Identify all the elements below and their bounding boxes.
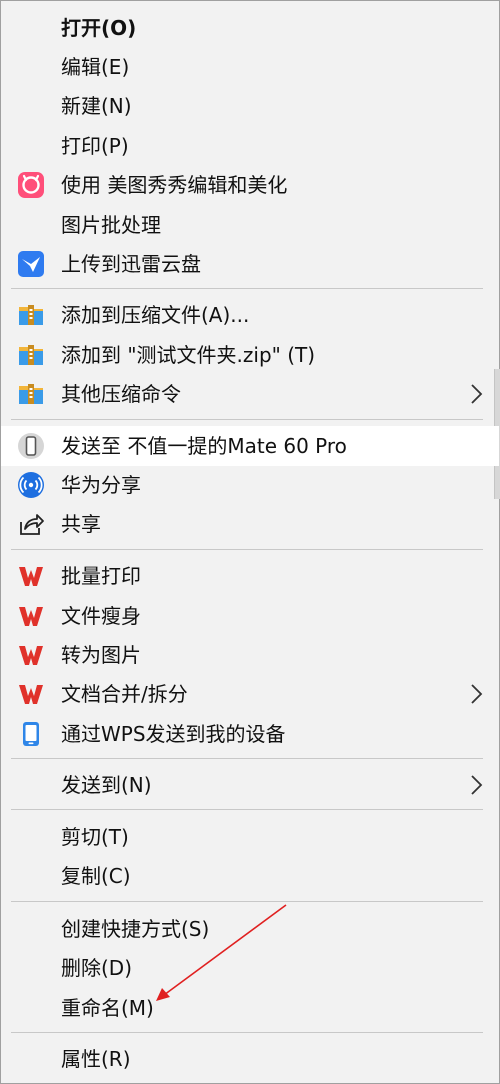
menu-item-label: 重命名(M) — [61, 996, 154, 1020]
menu-item-label: 发送到(N) — [61, 773, 152, 797]
menu-item-create-shortcut[interactable]: 创建快捷方式(S) — [1, 909, 499, 949]
menu-item-label: 新建(N) — [61, 94, 132, 118]
menu-item-label: 删除(D) — [61, 956, 133, 980]
menu-item-other-compress[interactable]: 其他压缩命令 — [1, 374, 499, 414]
archive-icon — [17, 301, 45, 329]
menu-separator — [11, 288, 483, 289]
phone-icon — [17, 432, 45, 460]
context-menu: 打开(O) 编辑(E) 新建(N) 打印(P) 使用 美图秀秀编辑和美化 图片批… — [0, 0, 500, 1084]
menu-item-send-to[interactable]: 发送到(N) — [1, 765, 499, 805]
menu-item-batch-print[interactable]: 批量打印 — [1, 556, 499, 596]
menu-item-label: 使用 美图秀秀编辑和美化 — [61, 173, 288, 197]
menu-item-label: 打印(P) — [61, 134, 129, 158]
menu-item-label: 创建快捷方式(S) — [61, 917, 210, 941]
menu-item-properties[interactable]: 属性(R) — [1, 1039, 499, 1079]
menu-item-label: 复制(C) — [61, 864, 131, 888]
menu-separator — [11, 758, 483, 759]
archive-icon — [17, 380, 45, 408]
menu-item-add-to-archive[interactable]: 添加到压缩文件(A)... — [1, 295, 499, 335]
menu-item-add-to-zip[interactable]: 添加到 "测试文件夹.zip" (T) — [1, 335, 499, 375]
menu-separator — [11, 419, 483, 420]
menu-separator — [11, 549, 483, 550]
huawei-share-icon — [17, 471, 45, 499]
menu-item-rename[interactable]: 重命名(M) — [1, 988, 499, 1028]
menu-item-edit[interactable]: 编辑(E) — [1, 47, 499, 87]
wps-icon — [17, 680, 45, 708]
menu-item-convert-to-image[interactable]: 转为图片 — [1, 635, 499, 675]
menu-item-copy[interactable]: 复制(C) — [1, 856, 499, 896]
meitu-icon — [17, 171, 45, 199]
menu-item-meitu-edit[interactable]: 使用 美图秀秀编辑和美化 — [1, 165, 499, 205]
wps-icon — [17, 562, 45, 590]
menu-item-print[interactable]: 打印(P) — [1, 126, 499, 166]
menu-item-label: 添加到压缩文件(A)... — [61, 303, 250, 327]
menu-item-label: 打开(O) — [61, 16, 137, 40]
menu-item-label: 文件瘦身 — [61, 604, 141, 628]
menu-separator — [11, 901, 483, 902]
menu-item-share[interactable]: 共享 — [1, 504, 499, 544]
wps-icon — [17, 641, 45, 669]
menu-item-image-batch[interactable]: 图片批处理 — [1, 205, 499, 245]
menu-item-label: 华为分享 — [61, 473, 141, 497]
menu-item-huawei-share[interactable]: 华为分享 — [1, 465, 499, 505]
menu-item-label: 编辑(E) — [61, 55, 130, 79]
share-icon — [17, 510, 45, 538]
menu-item-label: 通过WPS发送到我的设备 — [61, 722, 286, 746]
menu-item-open[interactable]: 打开(O) — [1, 8, 499, 48]
menu-separator — [11, 809, 483, 810]
wps-icon — [17, 602, 45, 630]
menu-item-label: 剪切(T) — [61, 825, 129, 849]
menu-item-label: 发送至 不值一提的Mate 60 Pro — [61, 434, 347, 458]
menu-item-label: 属性(R) — [61, 1047, 131, 1071]
chevron-right-icon — [467, 682, 485, 706]
menu-item-label: 图片批处理 — [61, 213, 161, 237]
chevron-right-icon — [467, 382, 485, 406]
menu-item-wps-send-device[interactable]: 通过WPS发送到我的设备 — [1, 714, 499, 754]
xunlei-icon — [17, 250, 45, 278]
chevron-right-icon — [467, 773, 485, 797]
menu-separator — [11, 1032, 483, 1033]
menu-item-xunlei-upload[interactable]: 上传到迅雷云盘 — [1, 244, 499, 284]
menu-item-label: 批量打印 — [61, 564, 141, 588]
menu-item-label: 添加到 "测试文件夹.zip" (T) — [61, 343, 316, 367]
menu-item-label: 转为图片 — [61, 643, 141, 667]
menu-item-file-slim[interactable]: 文件瘦身 — [1, 596, 499, 636]
menu-item-label: 文档合并/拆分 — [61, 682, 188, 706]
menu-item-label: 共享 — [61, 512, 101, 536]
menu-item-cut[interactable]: 剪切(T) — [1, 817, 499, 857]
menu-item-send-to-phone[interactable]: 发送至 不值一提的Mate 60 Pro — [1, 426, 499, 466]
menu-item-label: 其他压缩命令 — [61, 382, 181, 406]
menu-item-new[interactable]: 新建(N) — [1, 86, 499, 126]
device-icon — [17, 720, 45, 748]
archive-icon — [17, 341, 45, 369]
menu-item-label: 上传到迅雷云盘 — [61, 252, 201, 276]
menu-item-delete[interactable]: 删除(D) — [1, 948, 499, 988]
menu-item-merge-split[interactable]: 文档合并/拆分 — [1, 674, 499, 714]
